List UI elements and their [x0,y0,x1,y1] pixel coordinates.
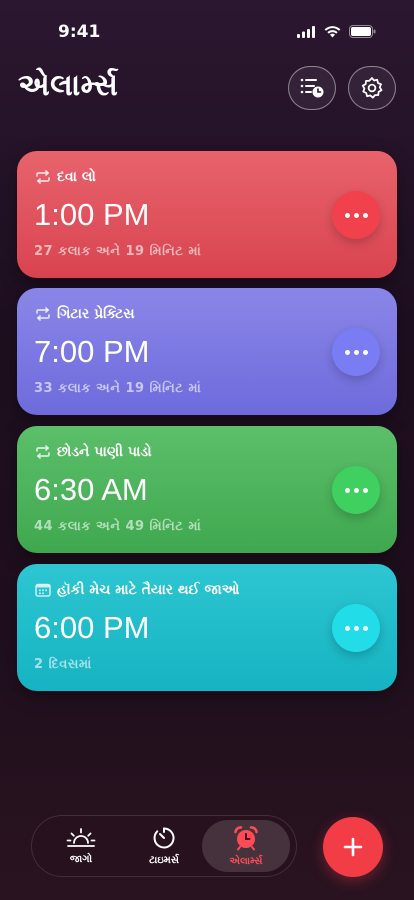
header: એલાર્મ્સ [18,66,396,110]
add-alarm-button[interactable] [323,817,383,877]
alarm-label: હૉકી મેચ માટે તૈયાર થઈ જાઓ [57,582,240,598]
tab-wake[interactable]: જાગો [37,820,125,872]
alarm-label-row: દવા લો [35,169,96,185]
repeat-icon [36,307,50,321]
ellipsis-icon [344,349,368,355]
tab-label: જાગો [69,854,93,865]
alarm-time: 7:00 PM [34,334,150,369]
alarm-remaining: 44 કલાક અને 49 મિનિટ માં [34,519,202,534]
signal-icon [297,25,315,38]
tab-alarms[interactable]: એલાર્મ્સ [202,820,290,872]
battery-icon [349,25,376,38]
page-title: એલાર્મ્સ [18,68,119,103]
more-options-button[interactable] [332,466,380,514]
gear-icon [361,77,383,99]
more-options-button[interactable] [332,604,380,652]
alarm-card[interactable]: હૉકી મેચ માટે તૈયાર થઈ જાઓ 6:00 PM 2 દિવ… [17,564,397,691]
ellipsis-icon [344,487,368,493]
tab-label: એલાર્મ્સ [229,856,263,867]
calendar-icon [35,583,51,597]
ellipsis-icon [344,212,368,218]
wifi-icon [324,25,341,37]
alarm-label-row: ગિટાર પ્રેક્ટિસ [35,306,135,322]
alarm-time: 6:00 PM [34,610,150,645]
alarm-remaining: 33 કલાક અને 19 મિનિટ માં [34,381,202,396]
tab-timers[interactable]: ટાઇમર્સ [120,820,208,872]
tab-label: ટાઇમર્સ [149,855,179,866]
alarm-card[interactable]: છોડને પાણી પાડો 6:30 AM 44 કલાક અને 49 મ… [17,426,397,553]
alarm-remaining: 27 કલાક અને 19 મિનિટ માં [34,244,202,259]
timer-icon [153,827,175,849]
settings-button[interactable] [348,66,396,110]
repeat-icon [36,445,50,459]
status-icons [297,25,376,38]
alarm-label: છોડને પાણી પાડો [57,444,152,460]
tab-bar: જાગો ટાઇમર્સ એલાર્મ્સ [31,815,297,877]
alarm-card[interactable]: ગિટાર પ્રેક્ટિસ 7:00 PM 33 કલાક અને 19 મ… [17,288,397,415]
status-bar: 9:41 [0,0,414,60]
alarm-label: દવા લો [57,169,96,185]
alarm-time: 6:30 AM [34,472,148,507]
sunrise-icon [66,828,96,847]
alarm-label-row: છોડને પાણી પાડો [35,444,152,460]
more-options-button[interactable] [332,328,380,376]
alarm-label-row: હૉકી મેચ માટે તૈયાર થઈ જાઓ [35,582,239,598]
alarm-label: ગિટાર પ્રેક્ટિસ [57,306,135,322]
status-time: 9:41 [58,22,101,42]
alarm-remaining: 2 દિવસમાં [34,657,92,672]
more-options-button[interactable] [332,191,380,239]
list-clock-icon [300,78,324,98]
plus-icon [343,837,363,857]
alarm-time: 1:00 PM [34,197,150,232]
alarm-list-button[interactable] [288,66,336,110]
alarm-clock-icon [234,826,258,851]
alarm-card[interactable]: દવા લો 1:00 PM 27 કલાક અને 19 મિનિટ માં [17,151,397,278]
ellipsis-icon [344,625,368,631]
repeat-icon [36,170,50,184]
